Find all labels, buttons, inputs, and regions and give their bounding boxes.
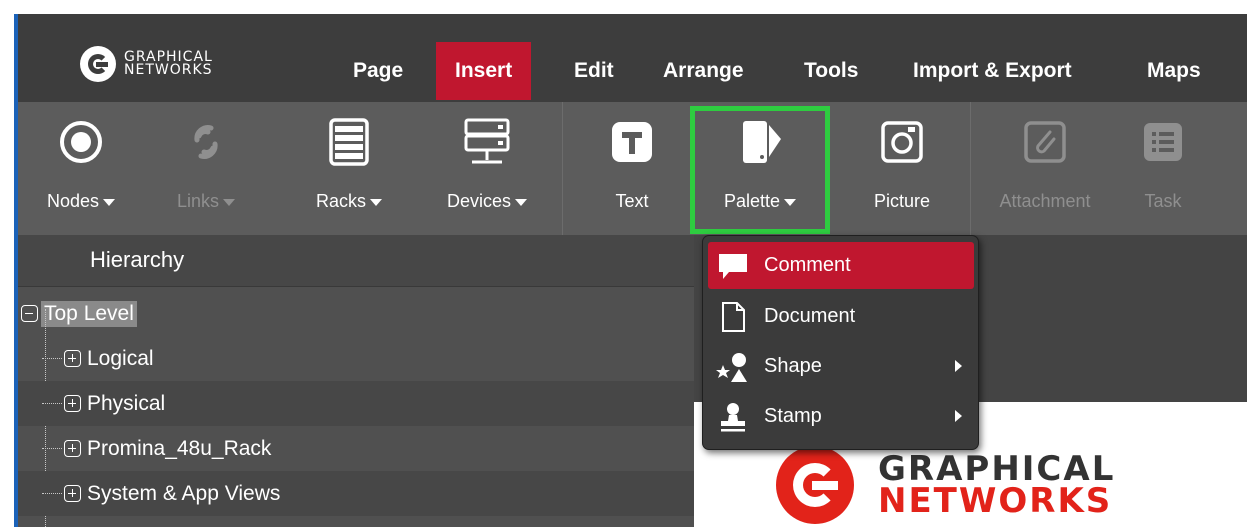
task-button: Task (1128, 102, 1198, 235)
tree-node-promina-rack[interactable]: Promina_48u_Rack (18, 426, 694, 471)
task-label: Task (1144, 191, 1182, 211)
devices-label: Devices (446, 191, 512, 211)
expand-icon[interactable] (64, 485, 81, 502)
menu-item-label: Shape (764, 355, 822, 377)
expand-icon[interactable] (64, 395, 81, 412)
menu-item-label: Comment (764, 254, 851, 276)
palette-dropdown-menu: Comment Document Shape Stamp (702, 235, 979, 450)
app-logo: GRAPHICAL NETWORKS (80, 46, 213, 82)
tree-node-label: Promina_48u_Rack (87, 436, 272, 460)
toolbar-separator (970, 102, 971, 235)
nodes-label: Nodes (46, 191, 100, 211)
shape-icon (716, 350, 750, 384)
text-button[interactable]: Text (592, 102, 672, 235)
document-icon (716, 300, 750, 334)
links-button: Links (168, 102, 244, 235)
chevron-down-icon (370, 198, 382, 206)
tree-node-top-level[interactable]: Top Level (18, 291, 694, 336)
insert-toolbar: Nodes Links Racks Devices Text Palette P… (18, 102, 1247, 235)
menu-bar: GRAPHICAL NETWORKS Page Insert Edit Arra… (18, 14, 1247, 102)
racks-label: Racks (315, 191, 366, 211)
picture-button[interactable]: Picture (854, 102, 950, 235)
submenu-arrow-icon (955, 360, 962, 372)
tree-node-physical[interactable]: Physical (18, 381, 694, 426)
tree-node-label: Top Level (41, 300, 137, 327)
comment-icon (716, 249, 750, 283)
task-list-icon (1137, 116, 1189, 168)
tree-node-label: System & App Views (87, 481, 281, 505)
rack-icon (323, 116, 375, 168)
chevron-down-icon (103, 198, 116, 206)
canvas-logo-line-2: NETWORKS (878, 481, 1113, 521)
text-icon (606, 116, 658, 168)
canvas-logo: GRAPHICAL NETWORKS (776, 446, 1115, 524)
submenu-arrow-icon (955, 410, 962, 422)
collapse-icon[interactable] (21, 305, 38, 322)
menu-item-label: Document (764, 305, 856, 327)
expand-icon[interactable] (64, 440, 81, 457)
menu-page[interactable]: Page (334, 42, 422, 100)
racks-button[interactable]: Racks (300, 102, 398, 235)
menu-item-stamp[interactable]: Stamp (708, 393, 974, 440)
text-label: Text (615, 191, 649, 211)
menu-maps[interactable]: Maps (1128, 42, 1220, 100)
logo-line-2: NETWORKS (124, 62, 213, 78)
tree-node-label: Physical (87, 391, 166, 415)
links-label: Links (176, 191, 220, 211)
tree-node-system-app-views[interactable]: System & App Views (18, 471, 694, 516)
nodes-button[interactable]: Nodes (36, 102, 126, 235)
menu-item-comment[interactable]: Comment (708, 242, 974, 289)
chevron-down-icon (223, 198, 236, 206)
hierarchy-header: Hierarchy (18, 235, 694, 287)
tree-node-logical[interactable]: Logical (18, 336, 694, 381)
menu-item-document[interactable]: Document (708, 293, 974, 340)
app-window: GRAPHICAL NETWORKS Page Insert Edit Arra… (14, 14, 1247, 527)
expand-icon[interactable] (64, 350, 81, 367)
paperclip-icon (1019, 116, 1071, 168)
logo-mark-icon (80, 46, 116, 82)
screenshot-frame: GRAPHICAL NETWORKS Page Insert Edit Arra… (0, 0, 1253, 527)
menu-insert[interactable]: Insert (436, 42, 532, 100)
links-icon (180, 116, 232, 168)
menu-tools[interactable]: Tools (785, 42, 877, 100)
device-icon (461, 116, 513, 168)
attachment-button: Attachment (980, 102, 1110, 235)
menu-arrange[interactable]: Arrange (644, 42, 763, 100)
menu-item-shape[interactable]: Shape (708, 343, 974, 390)
palette-highlight-box (690, 106, 830, 234)
picture-label: Picture (873, 191, 931, 211)
hierarchy-title: Hierarchy (90, 247, 185, 272)
tree-node-label: Logical (87, 346, 154, 370)
nodes-icon (55, 116, 107, 168)
devices-button[interactable]: Devices (432, 102, 542, 235)
logo-text: GRAPHICAL NETWORKS (124, 50, 213, 78)
menu-edit[interactable]: Edit (555, 42, 633, 100)
chevron-down-icon (515, 198, 528, 206)
menu-item-label: Stamp (764, 405, 822, 427)
menu-import-export[interactable]: Import & Export (894, 42, 1091, 100)
logo-mark-icon (776, 446, 854, 524)
attachment-label: Attachment (999, 191, 1091, 211)
toolbar-separator (562, 102, 563, 235)
camera-icon (876, 116, 928, 168)
stamp-icon (716, 400, 750, 434)
